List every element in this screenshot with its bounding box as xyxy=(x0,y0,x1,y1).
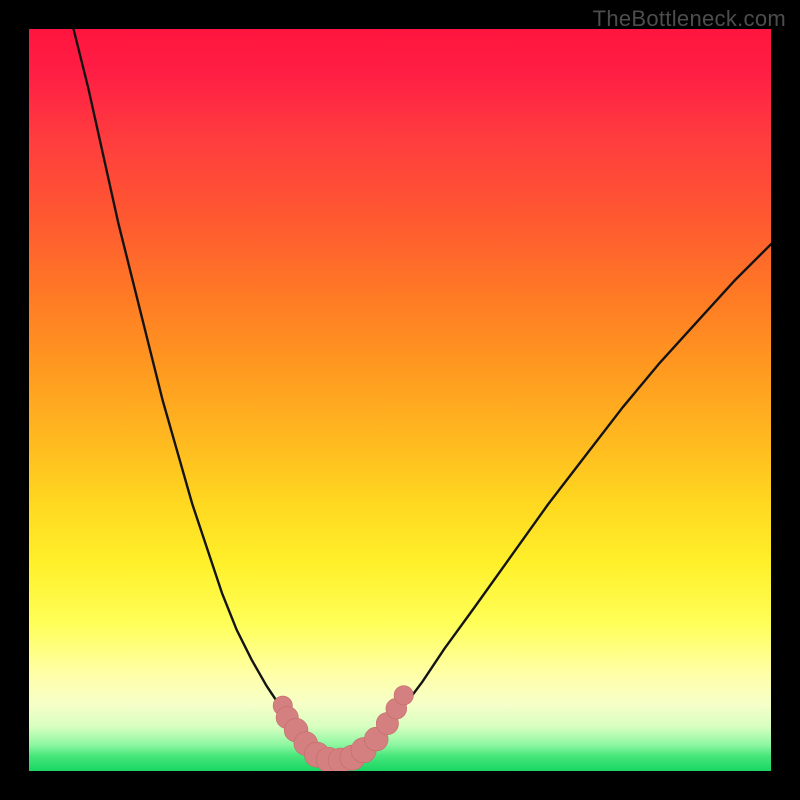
outer-frame: TheBottleneck.com xyxy=(0,0,800,800)
plot-area xyxy=(29,29,771,771)
watermark-text: TheBottleneck.com xyxy=(593,6,786,32)
